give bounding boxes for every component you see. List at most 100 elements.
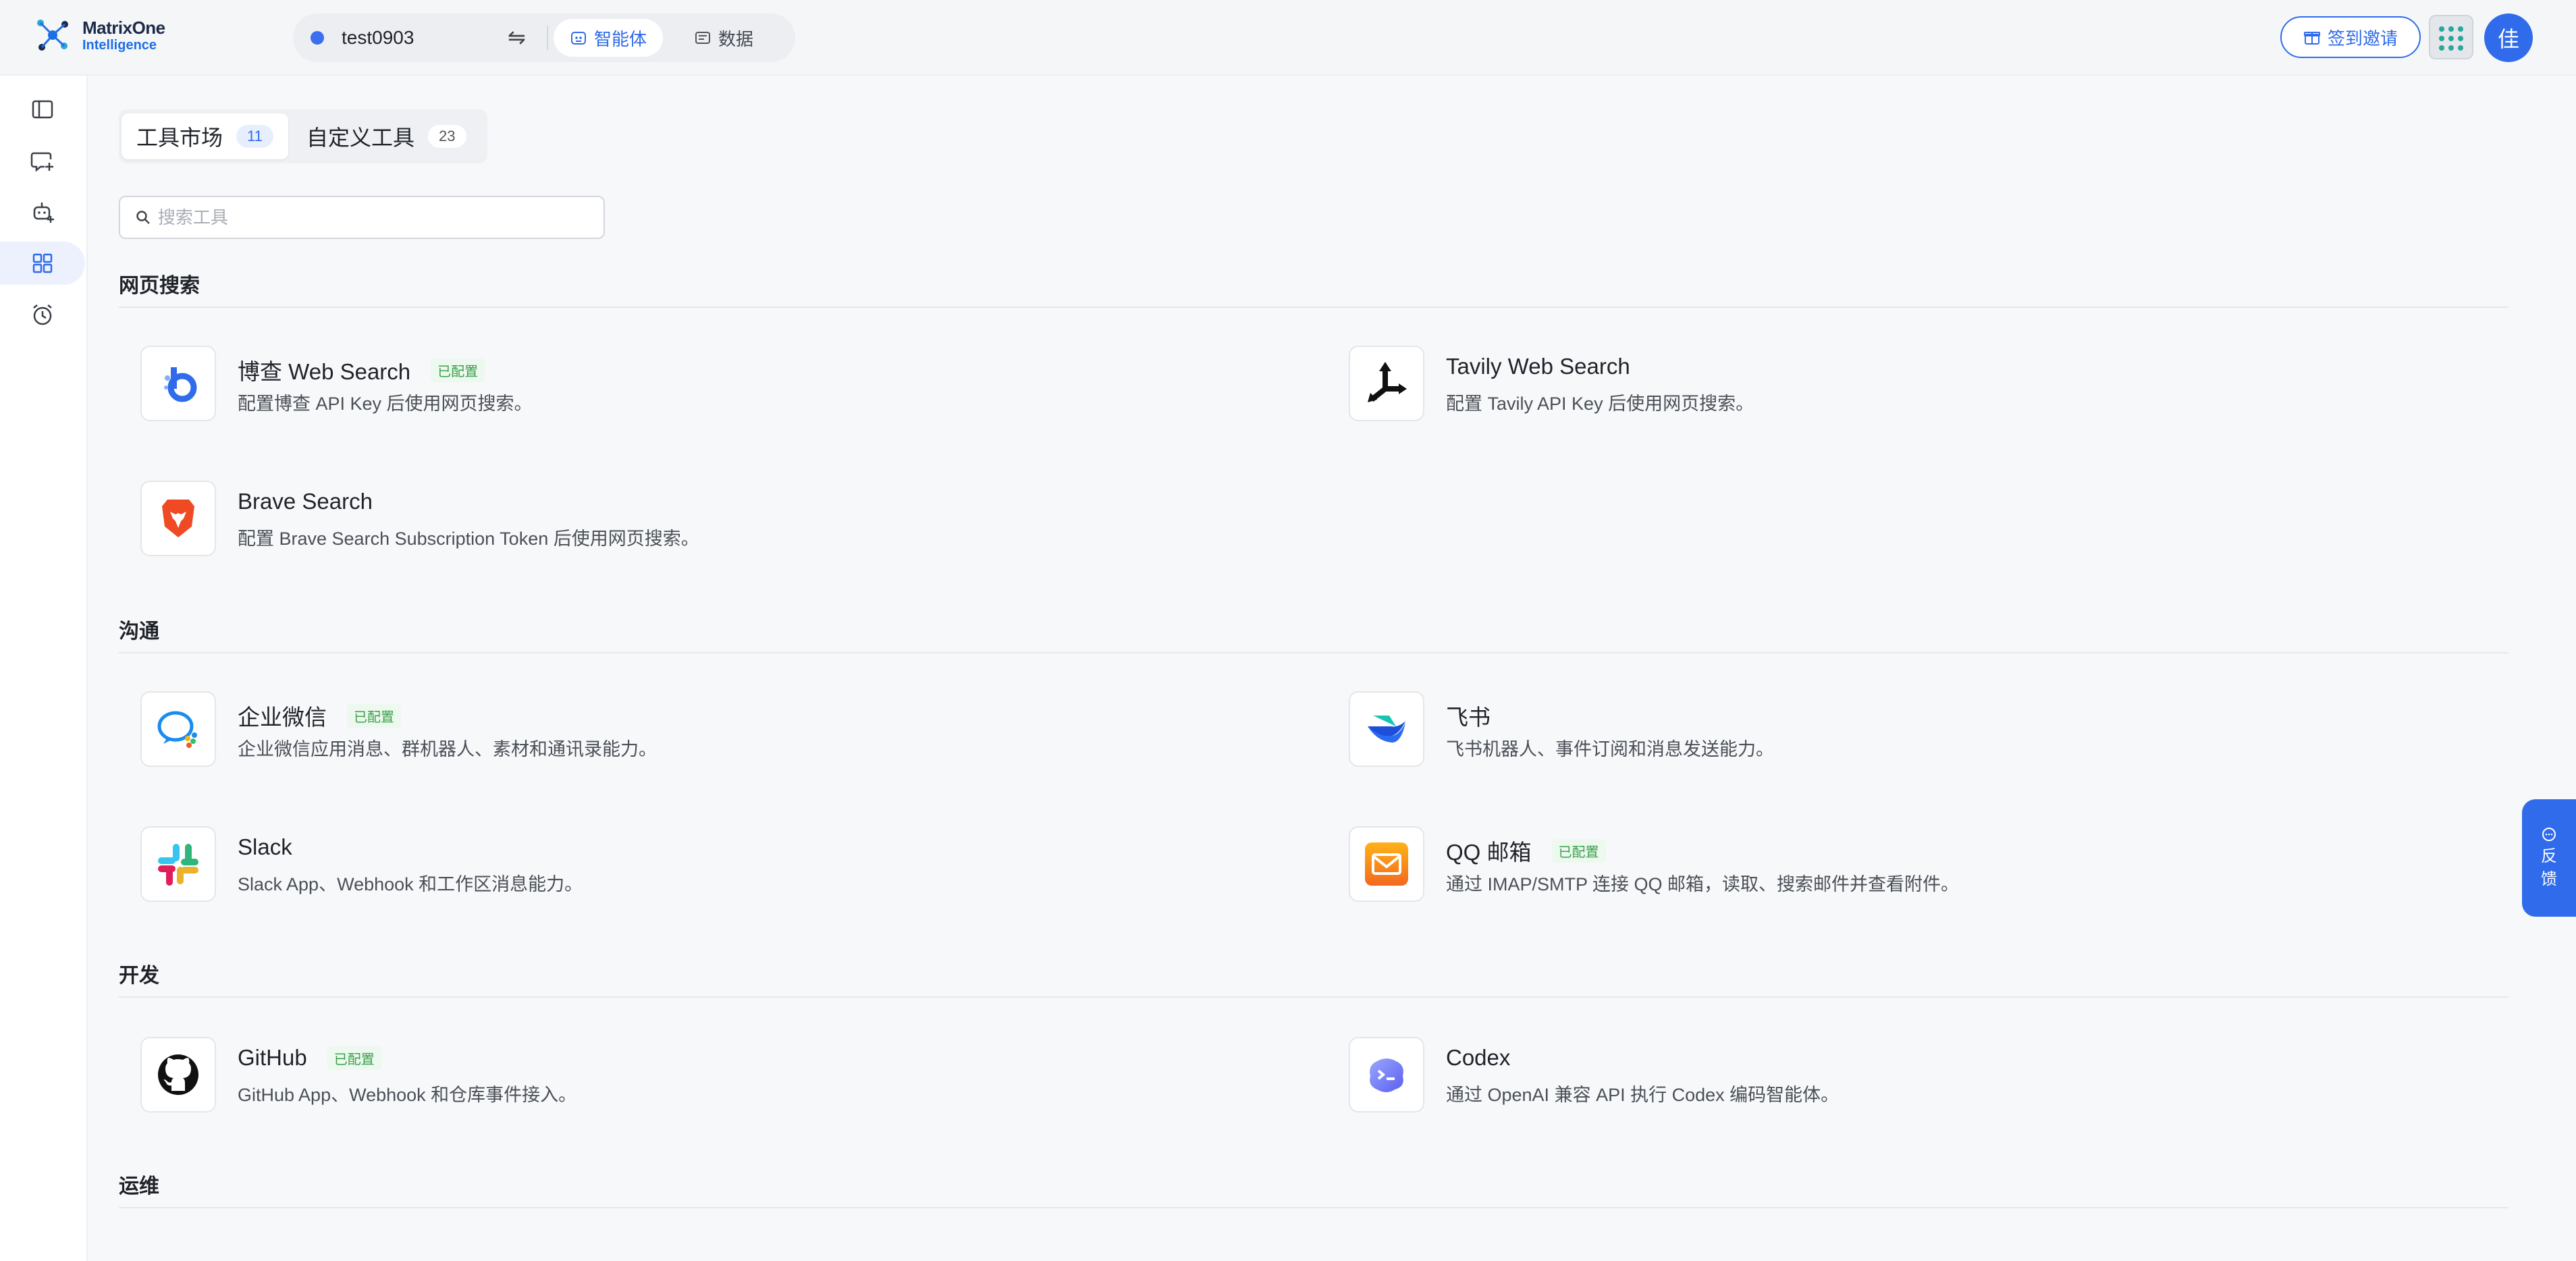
section-divider	[119, 996, 2508, 998]
tab-label: 自定义工具	[306, 126, 415, 150]
alarm-clock-icon	[33, 304, 52, 325]
workspace-switcher: test0903 ⇋ 智能体 数据	[293, 14, 795, 62]
qq-mail-icon	[1349, 826, 1424, 902]
invite-label: 签到邀请	[2327, 28, 2398, 49]
tool-name-row: QQ 邮箱 已配置	[1446, 834, 1606, 867]
invite-button[interactable]: 签到邀请	[2280, 16, 2421, 58]
matrixone-logo[interactable]: MatrixOne Intelligence	[32, 15, 181, 55]
apps-grid-button[interactable]	[2429, 15, 2473, 59]
codex-icon	[1349, 1037, 1424, 1112]
brave-icon	[140, 481, 216, 556]
dot	[2439, 26, 2444, 32]
tab-label: 工具市场	[136, 126, 223, 150]
dot	[2458, 36, 2463, 41]
configured-badge: 已配置	[347, 703, 401, 728]
logo-subtitle: Intelligence	[82, 38, 157, 53]
section-title-development: 开发	[119, 965, 159, 987]
tool-name-row: 博查 Web Search 已配置	[238, 354, 485, 386]
dot	[2448, 36, 2454, 41]
workspace-status-dot	[311, 31, 324, 45]
swap-workspace-icon[interactable]: ⇋	[508, 24, 526, 50]
sidebar-toggle-button[interactable]	[0, 88, 85, 131]
tool-description: 配置 Tavily API Key 后使用网页搜索。	[1446, 394, 1754, 414]
configured-badge: 已配置	[327, 1046, 381, 1070]
user-avatar[interactable]: 佳	[2484, 14, 2533, 62]
search-input[interactable]	[157, 207, 589, 228]
section-divider	[119, 306, 2508, 308]
tool-name: GitHub	[238, 1045, 307, 1070]
tool-name: 飞书	[1446, 705, 1491, 730]
tab-tool-market[interactable]: 工具市场 11	[122, 113, 288, 159]
dot	[2448, 45, 2454, 51]
tool-card-brave[interactable]: Brave Search 配置 Brave Search Subscriptio…	[140, 481, 1288, 562]
logo-icon	[37, 20, 68, 51]
dot	[2439, 45, 2444, 51]
tool-card-github[interactable]: GitHub 已配置 GitHub App、Webhook 和仓库事件接入。	[140, 1037, 1288, 1118]
workspace-name[interactable]: test0903	[342, 27, 414, 49]
tab-data-label: 数据	[718, 28, 754, 49]
tool-description: 通过 OpenAI 兼容 API 执行 Codex 编码智能体。	[1446, 1085, 1840, 1105]
tool-description: 配置 Brave Search Subscription Token 后使用网页…	[238, 529, 699, 549]
feedback-button[interactable]: 反 馈	[2522, 799, 2576, 917]
tool-card-feishu[interactable]: 飞书 飞书机器人、事件订阅和消息发送能力。	[1349, 691, 2496, 772]
sidebar-item-tools[interactable]	[0, 242, 85, 285]
section-title-web-search: 网页搜索	[119, 275, 200, 297]
tool-name-row: Slack	[238, 834, 292, 860]
section-divider	[119, 1207, 2508, 1208]
wecom-icon	[140, 691, 216, 767]
tool-card-bocha[interactable]: 博查 Web Search 已配置 配置博查 API Key 后使用网页搜索。	[140, 346, 1288, 427]
tab-data[interactable]: 数据	[678, 19, 770, 57]
bot-plus-icon	[33, 203, 54, 223]
feedback-label-1: 反	[2541, 847, 2557, 865]
database-icon	[695, 32, 710, 44]
search-box	[119, 196, 605, 239]
tool-card-qq-mail[interactable]: QQ 邮箱 已配置 通过 IMAP/SMTP 连接 QQ 邮箱，读取、搜索邮件并…	[1349, 826, 2496, 907]
configured-badge: 已配置	[1551, 838, 1606, 863]
tool-card-wecom[interactable]: 企业微信 已配置 企业微信应用消息、群机器人、素材和通讯录能力。	[140, 691, 1288, 772]
dot	[2458, 45, 2463, 51]
tool-name-row: Codex	[1446, 1045, 1510, 1071]
section-title-operations: 运维	[119, 1175, 159, 1198]
divider	[547, 26, 548, 50]
tab-count-badge: 11	[236, 125, 273, 148]
dot	[2448, 26, 2454, 32]
tool-name: QQ 邮箱	[1446, 840, 1532, 865]
tool-card-codex[interactable]: Codex 通过 OpenAI 兼容 API 执行 Codex 编码智能体。	[1349, 1037, 2496, 1118]
dot	[2458, 26, 2463, 32]
tab-agents[interactable]: 智能体	[554, 19, 664, 57]
feedback-label-2: 馈	[2541, 870, 2557, 888]
tool-name: 企业微信	[238, 705, 327, 730]
tool-tabs: 工具市场 11 自定义工具 23	[119, 109, 487, 163]
tool-name: 博查 Web Search	[238, 359, 411, 384]
sidebar	[0, 76, 88, 1261]
tavily-icon	[1349, 346, 1424, 421]
section-divider	[119, 652, 2508, 653]
tool-name-row: 飞书	[1446, 699, 1491, 732]
tool-name: Tavily Web Search	[1446, 354, 1630, 379]
tab-count-badge: 23	[428, 125, 466, 148]
tool-description: 通过 IMAP/SMTP 连接 QQ 邮箱，读取、搜索邮件并查看附件。	[1446, 874, 1960, 894]
slack-icon	[140, 826, 216, 902]
tool-card-slack[interactable]: Slack Slack App、Webhook 和工作区消息能力。	[140, 826, 1288, 907]
sidebar-item-agents[interactable]	[0, 190, 85, 234]
tool-name: Slack	[238, 834, 292, 859]
feishu-icon	[1349, 691, 1424, 767]
tool-description: Slack App、Webhook 和工作区消息能力。	[238, 874, 583, 894]
sidebar-item-new-chat[interactable]	[0, 139, 85, 182]
tool-card-tavily[interactable]: Tavily Web Search 配置 Tavily API Key 后使用网…	[1349, 346, 2496, 427]
chat-bubble-icon	[2542, 828, 2556, 841]
search-icon	[136, 211, 150, 224]
chat-plus-icon	[30, 152, 53, 172]
section-title-communication: 沟通	[119, 620, 159, 643]
tool-name: Codex	[1446, 1045, 1511, 1070]
panel-icon	[32, 100, 53, 119]
tool-name-row: Tavily Web Search	[1446, 354, 1630, 379]
sidebar-item-schedules[interactable]	[0, 293, 85, 336]
logo-title: MatrixOne	[82, 18, 165, 38]
tool-name-row: 企业微信 已配置	[238, 699, 401, 732]
tool-description: 企业微信应用消息、群机器人、素材和通讯录能力。	[238, 739, 657, 759]
tool-description: 飞书机器人、事件订阅和消息发送能力。	[1446, 739, 1774, 759]
tab-custom-tools[interactable]: 自定义工具 23	[292, 113, 481, 159]
dot	[2439, 36, 2444, 41]
tool-description: GitHub App、Webhook 和仓库事件接入。	[238, 1085, 577, 1105]
